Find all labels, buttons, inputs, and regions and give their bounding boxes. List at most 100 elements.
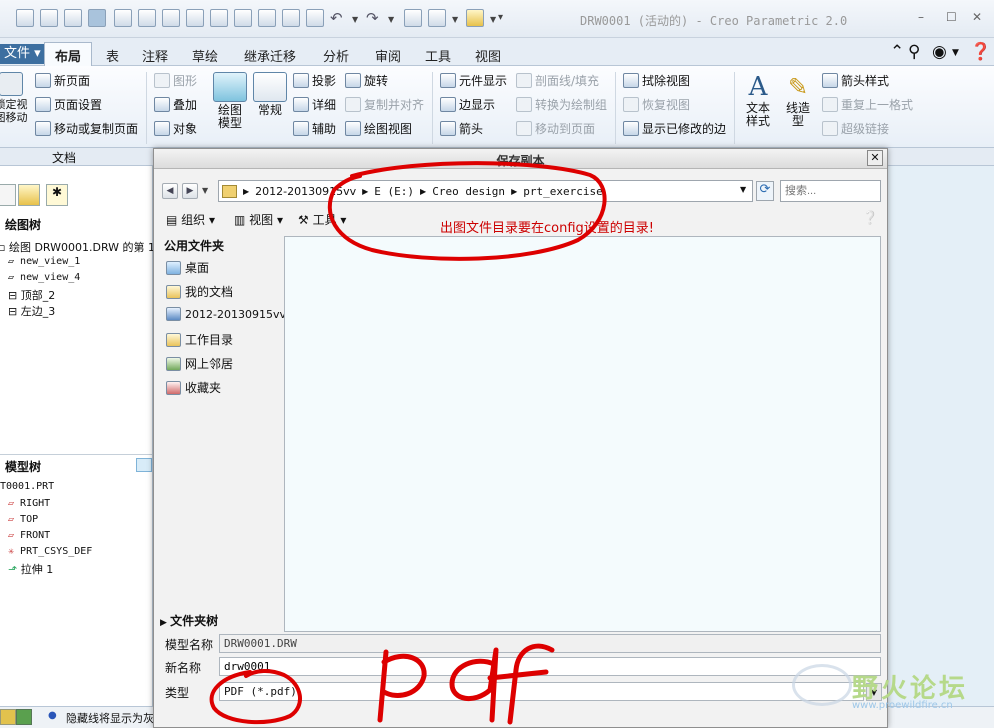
chevron-down-icon[interactable]: ▼ xyxy=(352,15,358,24)
path-bar[interactable]: ▶ 2012-20130915vv ▶ E (E:) ▶ Creo design… xyxy=(218,180,753,202)
edge-display-button[interactable]: 边显示 xyxy=(440,96,495,113)
new-page-button[interactable]: 新页面 xyxy=(35,72,90,89)
element-display-button[interactable]: 元件显示 xyxy=(440,72,507,89)
new-name-input[interactable] xyxy=(219,657,881,676)
tree-item[interactable]: ▱ RIGHT xyxy=(8,498,50,509)
section-fill-button[interactable]: 剖面线/填充 xyxy=(516,72,599,89)
common-folder-item[interactable]: 网上邻居 xyxy=(166,355,233,372)
arrow-style-button[interactable]: 箭头样式 xyxy=(822,72,889,89)
common-folder-item[interactable]: 工作目录 xyxy=(166,331,233,348)
edit-icon[interactable] xyxy=(282,9,300,27)
close-icon[interactable]: ✕ xyxy=(972,10,982,24)
tree-item[interactable]: ▱ TOP xyxy=(8,514,38,525)
tree-item[interactable]: ▱ FRONT xyxy=(8,530,50,541)
open-folder-icon[interactable] xyxy=(64,9,82,27)
settings-icon[interactable] xyxy=(234,9,252,27)
navigator-tab-tree[interactable] xyxy=(0,184,16,206)
tools-menu-button[interactable]: ⚒ 工具 ▾ xyxy=(298,211,346,228)
lock-view-movement-button[interactable]: 锁定视图移动 xyxy=(0,72,28,124)
undo-icon[interactable]: ↶ xyxy=(330,9,343,27)
detail-button[interactable]: 详细 xyxy=(293,96,336,113)
window-icon[interactable] xyxy=(138,9,156,27)
copy-icon[interactable] xyxy=(210,9,228,27)
repeat-format-button[interactable]: 重复上一格式 xyxy=(822,96,913,113)
overlay-button[interactable]: 叠加 xyxy=(154,96,197,113)
common-folder-item[interactable]: 我的文档 xyxy=(166,283,233,300)
views-menu-button[interactable]: ▥ 视图 ▾ xyxy=(234,211,283,228)
rotate-button[interactable]: 旋转 xyxy=(345,72,388,89)
community-icon[interactable]: ◉ xyxy=(932,42,947,62)
print-icon[interactable] xyxy=(186,9,204,27)
tab-annotate[interactable]: 注释 xyxy=(142,46,168,65)
tree-settings-icon[interactable] xyxy=(136,458,152,472)
save-icon[interactable] xyxy=(162,9,180,27)
common-folder-item[interactable]: 桌面 xyxy=(166,259,209,276)
chevron-down-icon[interactable]: ▼ xyxy=(490,15,496,24)
tab-file[interactable]: 文件 ▾ xyxy=(0,44,47,64)
history-dropdown-icon[interactable]: ▼ xyxy=(202,186,208,195)
line-style-button[interactable]: ✎ 线造型 xyxy=(780,72,816,128)
tab-sketch[interactable]: 草绘 xyxy=(192,46,218,65)
move-copy-pages-button[interactable]: 移动或复制页面 xyxy=(35,120,138,137)
search-icon[interactable]: ⚲ xyxy=(908,42,920,62)
tab-layout[interactable]: 布局 xyxy=(44,42,93,66)
windows-icon[interactable] xyxy=(428,9,446,27)
tab-review[interactable]: 审阅 xyxy=(375,46,401,65)
redo-icon[interactable]: ↷ xyxy=(366,9,379,27)
minimize-icon[interactable]: – xyxy=(918,10,924,24)
tree-item[interactable]: T0001.PRT xyxy=(0,481,54,492)
help-icon[interactable]: ❓ xyxy=(970,42,991,62)
tab-table[interactable]: 表 xyxy=(106,46,119,65)
folder-icon[interactable] xyxy=(466,9,484,27)
open-file-icon[interactable] xyxy=(40,9,58,27)
organize-menu-button[interactable]: ▤ 组织 ▾ xyxy=(166,211,215,228)
folder-browser-icon[interactable] xyxy=(18,184,40,206)
new-file-icon[interactable] xyxy=(16,9,34,27)
hyperlink-button[interactable]: 超级链接 xyxy=(822,120,889,137)
status-icon[interactable] xyxy=(0,709,16,725)
path-dropdown-icon[interactable]: ▼ xyxy=(740,185,746,194)
regenerate-model-icon[interactable] xyxy=(404,9,422,27)
arrow-button[interactable]: 箭头 xyxy=(440,120,483,137)
select-window-icon[interactable] xyxy=(88,9,106,27)
tab-view[interactable]: 视图 xyxy=(475,46,501,65)
page-setup-button[interactable]: 页面设置 xyxy=(35,96,102,113)
move-to-page-button[interactable]: 移动到页面 xyxy=(516,120,595,137)
search-input[interactable] xyxy=(780,180,881,202)
common-folder-item[interactable]: 2012-20130915vv xyxy=(166,307,286,321)
drawing-view-button[interactable]: 绘图视图 xyxy=(345,120,412,137)
tree-item[interactable]: ▫ 绘图 DRW0001.DRW 的第 1 xyxy=(0,239,155,255)
tab-tools[interactable]: 工具 xyxy=(425,46,451,65)
chevron-down-icon[interactable]: ▼ xyxy=(388,15,394,24)
general-view-button[interactable]: 常规 xyxy=(250,72,290,117)
tree-item[interactable]: ⊟ 左边_3 xyxy=(8,303,55,319)
tree-item[interactable]: ▱ new_view_1 xyxy=(8,256,80,267)
tab-legacy-migration[interactable]: 继承迁移 xyxy=(244,46,296,65)
projection-button[interactable]: 投影 xyxy=(293,72,336,89)
copy-align-button[interactable]: 复制并对齐 xyxy=(345,96,424,113)
convert-to-drawing-button[interactable]: 转换为绘制组 xyxy=(516,96,607,113)
customize-toolbar-icon[interactable]: ▾ xyxy=(498,12,503,23)
dialog-close-icon[interactable]: ✕ xyxy=(867,150,883,166)
refresh-icon[interactable]: ⟳ xyxy=(756,181,774,201)
tree-item[interactable]: ⊟ 顶部_2 xyxy=(8,287,55,303)
context-help-icon[interactable]: ❔ xyxy=(862,211,878,226)
file-type-select[interactable]: PDF (*.pdf) xyxy=(219,682,864,701)
text-style-button[interactable]: A 文本样式 xyxy=(740,72,776,128)
graph-button[interactable]: 图形 xyxy=(154,72,197,89)
folder-tree-toggle[interactable]: ▶ 文件夹树 xyxy=(160,612,280,630)
chevron-down-icon[interactable]: ▼ xyxy=(952,48,959,58)
tree-item[interactable]: ▱ new_view_4 xyxy=(8,272,80,283)
chevron-down-icon[interactable]: ▼ xyxy=(452,15,458,24)
tree-item[interactable]: ⬏ 拉伸 1 xyxy=(8,561,53,577)
tree-item[interactable]: ✳ PRT_CSYS_DEF xyxy=(8,546,92,557)
edit-icon[interactable] xyxy=(306,9,324,27)
erase-view-button[interactable]: 拭除视图 xyxy=(623,72,690,89)
restore-view-button[interactable]: 恢复视图 xyxy=(623,96,690,113)
path-segment[interactable]: 2012-20130915vv xyxy=(255,185,356,198)
collapse-ribbon-icon[interactable]: ⌃ xyxy=(890,42,904,62)
favorites-icon[interactable]: ✱ xyxy=(46,184,68,206)
maximize-icon[interactable]: ☐ xyxy=(946,10,957,24)
tab-analysis[interactable]: 分析 xyxy=(323,46,349,65)
path-segment[interactable]: Creo design xyxy=(432,185,505,198)
